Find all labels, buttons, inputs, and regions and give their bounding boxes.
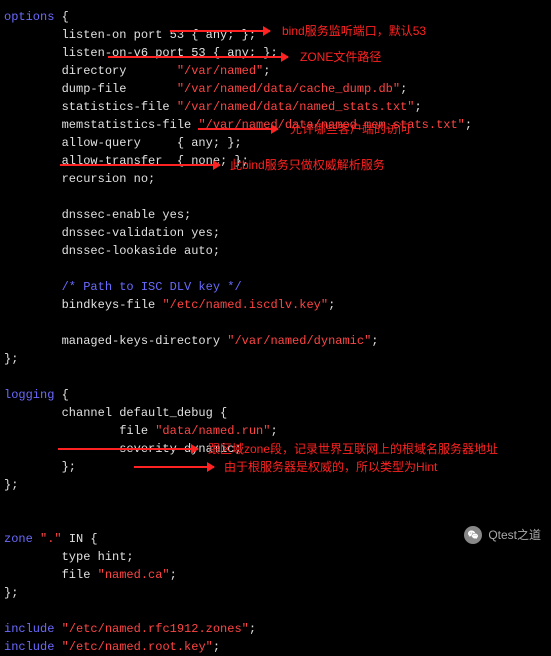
watermark-text: Qtest之道 xyxy=(488,526,541,544)
dump-file-value: "/var/named/data/cache_dump.db" xyxy=(177,82,400,96)
code-block: options { listen-on port 53 { any; }; li… xyxy=(4,8,547,656)
arrow-icon xyxy=(170,30,270,32)
bindkeys-value: "/etc/named.iscdlv.key" xyxy=(162,298,328,312)
dnssec-enable-line: dnssec-enable yes; xyxy=(4,208,191,222)
watermark: Qtest之道 xyxy=(464,526,541,544)
recursion-line: recursion no; xyxy=(4,172,155,186)
options-close: }; xyxy=(4,352,18,366)
arrow-icon xyxy=(58,448,198,450)
directory-label: directory xyxy=(4,64,177,78)
path-comment: /* Path to ISC DLV key */ xyxy=(4,280,242,294)
logging-close: }; xyxy=(4,478,18,492)
include2-keyword: include xyxy=(4,640,54,654)
include2-value: "/etc/named.root.key" xyxy=(54,640,212,654)
zone-close: }; xyxy=(4,586,18,600)
zone-name: "." xyxy=(33,532,69,546)
include1-keyword: include xyxy=(4,622,54,636)
channel-line: channel default_debug { xyxy=(4,406,227,420)
annotation-listen-port: bind服务监听端口，默认53 xyxy=(282,22,426,40)
zone-keyword: zone xyxy=(4,532,33,546)
include1-value: "/etc/named.rfc1912.zones" xyxy=(54,622,248,636)
annotation-type-hint: 由于根服务器是权威的，所以类型为Hint xyxy=(224,458,437,476)
type-hint-line: type hint; xyxy=(4,550,134,564)
managed-value: "/var/named/dynamic" xyxy=(227,334,371,348)
arrow-icon xyxy=(198,128,278,130)
stats-label: statistics-file xyxy=(4,100,177,114)
options-keyword: options xyxy=(4,10,54,24)
annotation-allow-query: 允许哪些客户端的访问 xyxy=(290,120,410,138)
dump-file-label: dump-file xyxy=(4,82,177,96)
logfile-value: "data/named.run" xyxy=(155,424,270,438)
zone-file-label: file xyxy=(4,568,98,582)
memstats-label: memstatistics-file xyxy=(4,118,198,132)
channel-close: }; xyxy=(4,460,76,474)
arrow-icon xyxy=(134,466,214,468)
dnssec-validation-line: dnssec-validation yes; xyxy=(4,226,220,240)
logfile-label: file xyxy=(4,424,155,438)
dnssec-lookaside-line: dnssec-lookaside auto; xyxy=(4,244,220,258)
wechat-icon xyxy=(464,526,482,544)
bindkeys-label: bindkeys-file xyxy=(4,298,162,312)
directory-value: "/var/named" xyxy=(177,64,263,78)
logging-keyword: logging xyxy=(4,388,54,402)
zone-file-value: "named.ca" xyxy=(98,568,170,582)
stats-value: "/var/named/data/named_stats.txt" xyxy=(177,100,415,114)
allow-query-line: allow-query { any; }; xyxy=(4,136,242,150)
annotation-recursion: 此bind服务只做权威解析服务 xyxy=(230,156,385,174)
managed-label: managed-keys-directory xyxy=(4,334,227,348)
arrow-icon xyxy=(108,56,288,58)
annotation-zone-root: 跟区域zone段，记录世界互联网上的根域名服务器地址 xyxy=(208,440,498,458)
annotation-zone-path: ZONE文件路径 xyxy=(300,48,381,66)
zone-in: IN { xyxy=(69,532,98,546)
arrow-icon xyxy=(60,164,220,166)
